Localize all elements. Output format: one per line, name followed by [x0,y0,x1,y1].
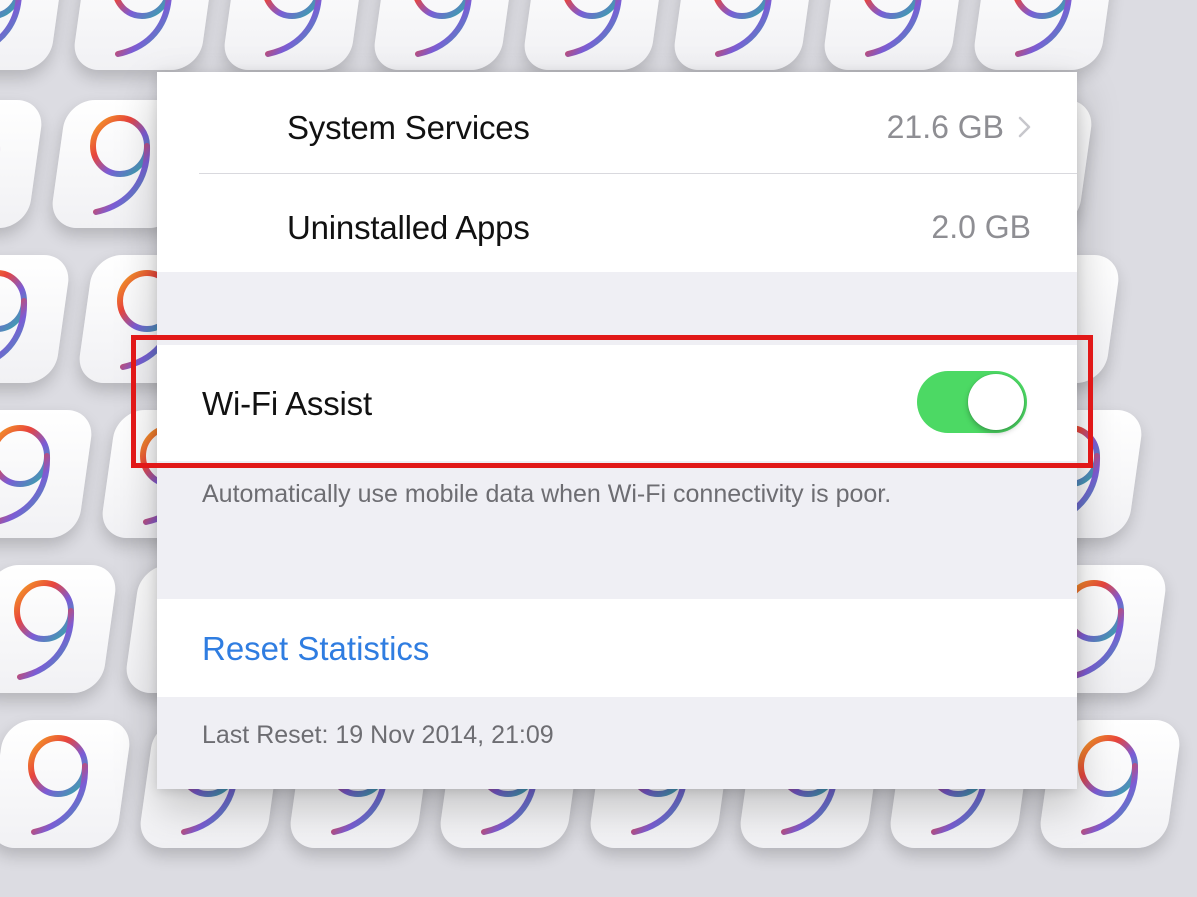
reset-group: Reset Statistics [157,599,1077,697]
nine-glyph-icon [562,0,623,57]
system-services-row[interactable]: System Services 21.6 GB [157,90,1077,164]
ios9-logo-icon [821,0,967,70]
ios9-logo-icon [221,0,367,70]
ios9-logo-icon [0,100,45,228]
nine-glyph-icon [112,0,173,57]
storage-group: System Services 21.6 GB Uninstalled Apps… [157,72,1077,272]
uninstalled-apps-label: Uninstalled Apps [287,208,530,246]
nine-glyph-icon [0,425,51,525]
nine-glyph-icon [1078,735,1139,835]
ios9-logo-icon [0,720,133,848]
system-services-label: System Services [287,108,530,146]
ios9-logo-icon [671,0,817,70]
nine-glyph-icon [0,270,28,370]
wifi-assist-label: Wi-Fi Assist [202,384,372,422]
nine-glyph-icon [262,0,323,57]
ios9-logo-icon [0,255,72,383]
nine-glyph-icon [712,0,773,57]
nine-glyph-icon [862,0,923,57]
nine-glyph-icon [0,0,23,57]
nine-glyph-icon [1012,0,1073,57]
nine-glyph-icon [28,735,89,835]
system-services-size: 21.6 GB [887,111,1031,143]
ios9-logo-icon [0,410,95,538]
nine-glyph-icon [14,580,75,680]
reset-statistics-button[interactable]: Reset Statistics [202,632,429,665]
ios9-logo-icon [71,0,217,70]
wifi-assist-toggle[interactable] [917,371,1027,433]
chevron-right-icon [1018,116,1031,138]
uninstalled-apps-value: 2.0 GB [931,209,1031,245]
toggle-knob[interactable] [968,374,1024,430]
nine-glyph-icon [90,115,151,215]
reset-statistics-row[interactable]: Reset Statistics [157,599,1077,697]
last-reset-label: Last Reset: 19 Nov 2014, 21:09 [202,721,554,749]
ios9-logo-icon [971,0,1117,70]
row-separator [199,173,1077,174]
usage-settings-panel: System Services 21.6 GB Uninstalled Apps… [157,72,1077,789]
ios9-logo-icon [0,0,67,70]
nine-glyph-icon [412,0,473,57]
wifi-assist-description: Automatically use mobile data when Wi-Fi… [202,480,892,508]
ios9-logo-icon [521,0,667,70]
uninstalled-apps-row: Uninstalled Apps 2.0 GB [157,190,1077,264]
ios9-logo-icon [0,565,119,693]
system-services-value: 21.6 GB [886,109,1004,145]
ios9-logo-icon [371,0,517,70]
nine-glyph-icon [0,115,1,215]
wifi-assist-group: Wi-Fi Assist [157,345,1077,461]
